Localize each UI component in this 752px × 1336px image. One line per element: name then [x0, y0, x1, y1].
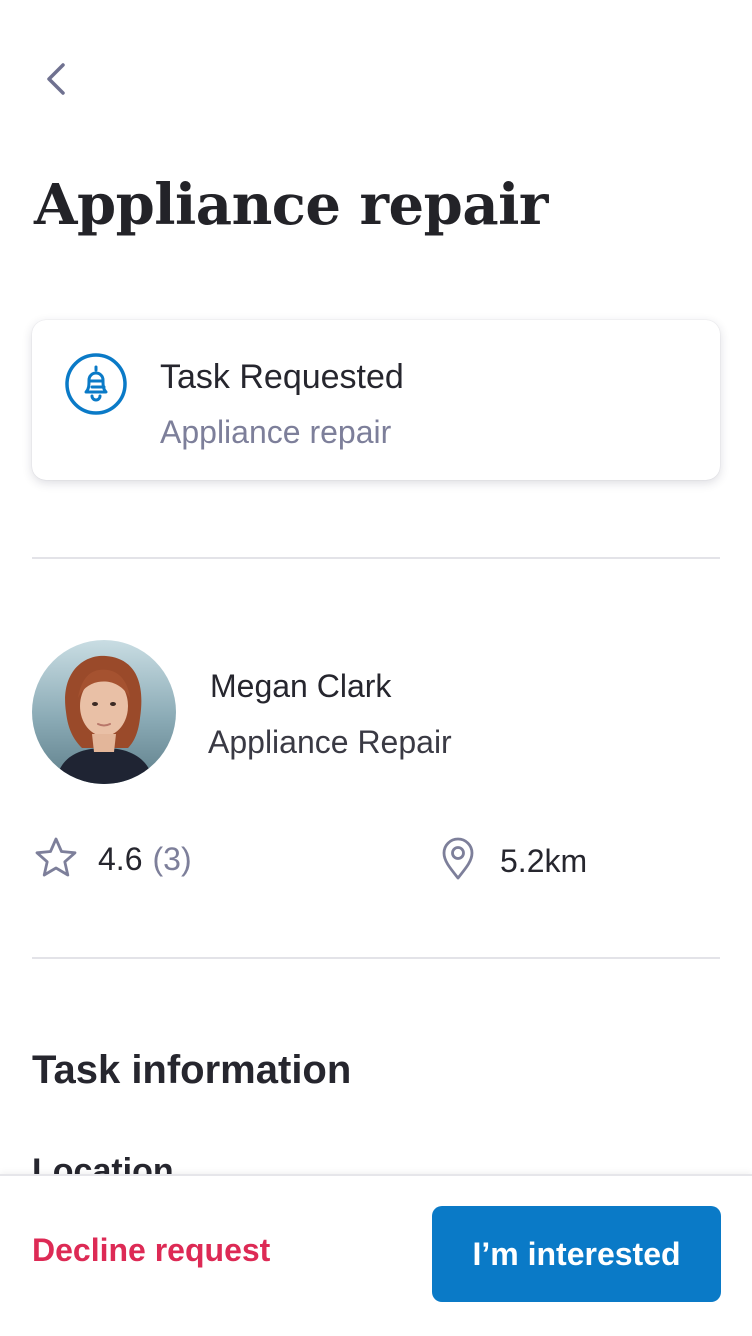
page-title: Appliance repair [34, 172, 548, 238]
interested-button[interactable]: I’m interested [432, 1206, 721, 1302]
divider [32, 557, 720, 559]
location-pin-icon [440, 837, 476, 886]
chevron-left-icon [43, 61, 67, 102]
avatar[interactable] [32, 640, 176, 784]
star-icon [34, 836, 78, 883]
provider-rating: 4.6 (3) [34, 836, 192, 882]
decline-request-button[interactable]: Decline request [32, 1232, 270, 1269]
bell-icon [64, 352, 128, 416]
provider-name: Megan Clark [210, 668, 392, 704]
section-title-task-information: Task information [32, 1048, 352, 1092]
status-subtitle: Appliance repair [160, 414, 392, 450]
distance-value: 5.2km [500, 842, 588, 879]
provider-distance: 5.2km [440, 836, 587, 886]
back-button[interactable] [30, 56, 80, 106]
provider-service: Appliance Repair [208, 724, 452, 760]
divider [32, 957, 720, 959]
rating-value: 4.6 [98, 840, 143, 877]
review-count: (3) [152, 840, 192, 877]
task-status-card: Task Requested Appliance repair [32, 320, 720, 480]
action-bar: Decline request I’m interested [0, 1174, 752, 1336]
status-title: Task Requested [160, 358, 404, 396]
